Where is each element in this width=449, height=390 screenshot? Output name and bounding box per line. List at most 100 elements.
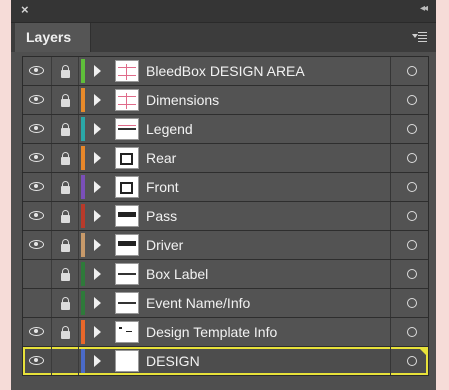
visibility-toggle[interactable]: [23, 347, 52, 375]
layer-thumbnail: [115, 234, 139, 256]
target-circle-icon[interactable]: [407, 240, 417, 250]
target-circle-icon[interactable]: [407, 95, 417, 105]
expand-triangle-icon[interactable]: [94, 268, 101, 280]
layer-row[interactable]: Rear: [23, 144, 428, 173]
layer-thumbnail: [115, 147, 139, 169]
layer-color-column: [79, 57, 86, 85]
expand-triangle-icon[interactable]: [94, 326, 101, 338]
layer-row[interactable]: Design Template Info: [23, 318, 428, 347]
lock-toggle[interactable]: [52, 231, 79, 259]
layer-row[interactable]: Driver: [23, 231, 428, 260]
layer-color-swatch: [81, 88, 85, 112]
layer-main-cell[interactable]: Driver: [86, 231, 391, 259]
layer-main-cell[interactable]: Pass: [86, 202, 391, 230]
layer-row[interactable]: DESIGN: [23, 347, 428, 375]
lock-toggle[interactable]: [52, 173, 79, 201]
target-cell[interactable]: [391, 144, 428, 172]
expand-triangle-icon[interactable]: [94, 152, 101, 164]
visibility-toggle[interactable]: [23, 115, 52, 143]
tab-layers[interactable]: Layers: [15, 23, 91, 52]
layer-row[interactable]: Dimensions: [23, 86, 428, 115]
expand-triangle-icon[interactable]: [94, 65, 101, 77]
lock-toggle[interactable]: [52, 115, 79, 143]
target-cell[interactable]: [391, 86, 428, 114]
lock-toggle[interactable]: [52, 347, 79, 375]
target-cell[interactable]: [391, 173, 428, 201]
target-circle-icon[interactable]: [407, 211, 417, 221]
target-circle-icon[interactable]: [407, 66, 417, 76]
visibility-toggle[interactable]: [23, 57, 52, 85]
panel-menu-icon[interactable]: [412, 30, 428, 44]
eye-icon: [29, 66, 44, 75]
layer-row[interactable]: Box Label: [23, 260, 428, 289]
target-cell[interactable]: [391, 289, 428, 317]
lock-icon: [61, 94, 70, 107]
lock-toggle[interactable]: [52, 260, 79, 288]
layers-panel: × ◂◂ Layers BleedBox DESIGN AREA Dimensio…: [11, 0, 436, 390]
layer-row[interactable]: BleedBox DESIGN AREA: [23, 57, 428, 86]
layer-color-column: [79, 115, 86, 143]
expand-triangle-icon[interactable]: [94, 210, 101, 222]
collapse-icon[interactable]: ◂◂: [420, 3, 428, 14]
lock-toggle[interactable]: [52, 202, 79, 230]
layer-color-swatch: [81, 175, 85, 199]
visibility-toggle[interactable]: [23, 318, 52, 346]
target-cell[interactable]: [391, 115, 428, 143]
layer-main-cell[interactable]: DESIGN: [86, 347, 391, 375]
layer-row[interactable]: Pass: [23, 202, 428, 231]
layer-name: DESIGN: [146, 353, 200, 369]
layer-thumbnail: [115, 321, 139, 343]
target-circle-icon[interactable]: [407, 153, 417, 163]
layer-main-cell[interactable]: Box Label: [86, 260, 391, 288]
layer-thumbnail: [115, 263, 139, 285]
visibility-toggle[interactable]: [23, 173, 52, 201]
layers-list: BleedBox DESIGN AREA Dimensions Legend Rear…: [22, 56, 429, 376]
visibility-toggle[interactable]: [23, 202, 52, 230]
expand-triangle-icon[interactable]: [94, 94, 101, 106]
target-circle-icon[interactable]: [407, 327, 417, 337]
target-cell[interactable]: [391, 57, 428, 85]
expand-triangle-icon[interactable]: [94, 123, 101, 135]
layer-row[interactable]: Front: [23, 173, 428, 202]
target-cell[interactable]: [391, 231, 428, 259]
lock-toggle[interactable]: [52, 86, 79, 114]
target-circle-icon[interactable]: [407, 356, 417, 366]
layer-name: Box Label: [146, 266, 209, 282]
layer-main-cell[interactable]: Legend: [86, 115, 391, 143]
lock-icon: [61, 65, 70, 78]
eye-icon: [29, 240, 44, 249]
layer-main-cell[interactable]: Rear: [86, 144, 391, 172]
target-cell[interactable]: [391, 202, 428, 230]
layer-main-cell[interactable]: Front: [86, 173, 391, 201]
target-circle-icon[interactable]: [407, 182, 417, 192]
visibility-toggle[interactable]: [23, 86, 52, 114]
visibility-toggle[interactable]: [23, 260, 52, 288]
lock-toggle[interactable]: [52, 318, 79, 346]
layer-row[interactable]: Legend: [23, 115, 428, 144]
layer-main-cell[interactable]: Event Name/Info: [86, 289, 391, 317]
target-cell[interactable]: [391, 260, 428, 288]
close-icon[interactable]: ×: [21, 2, 29, 17]
target-circle-icon[interactable]: [407, 269, 417, 279]
layer-main-cell[interactable]: Dimensions: [86, 86, 391, 114]
lock-toggle[interactable]: [52, 289, 79, 317]
target-cell[interactable]: [391, 318, 428, 346]
lock-icon: [61, 152, 70, 165]
lock-toggle[interactable]: [52, 144, 79, 172]
layer-main-cell[interactable]: Design Template Info: [86, 318, 391, 346]
layer-row[interactable]: Event Name/Info: [23, 289, 428, 318]
layer-name: Rear: [146, 150, 177, 166]
expand-triangle-icon[interactable]: [94, 181, 101, 193]
expand-triangle-icon[interactable]: [94, 239, 101, 251]
layer-thumbnail: [115, 60, 139, 82]
lock-toggle[interactable]: [52, 57, 79, 85]
layer-main-cell[interactable]: BleedBox DESIGN AREA: [86, 57, 391, 85]
visibility-toggle[interactable]: [23, 231, 52, 259]
layer-color-column: [79, 231, 86, 259]
visibility-toggle[interactable]: [23, 144, 52, 172]
expand-triangle-icon[interactable]: [94, 355, 101, 367]
target-circle-icon[interactable]: [407, 124, 417, 134]
target-circle-icon[interactable]: [407, 298, 417, 308]
expand-triangle-icon[interactable]: [94, 297, 101, 309]
visibility-toggle[interactable]: [23, 289, 52, 317]
